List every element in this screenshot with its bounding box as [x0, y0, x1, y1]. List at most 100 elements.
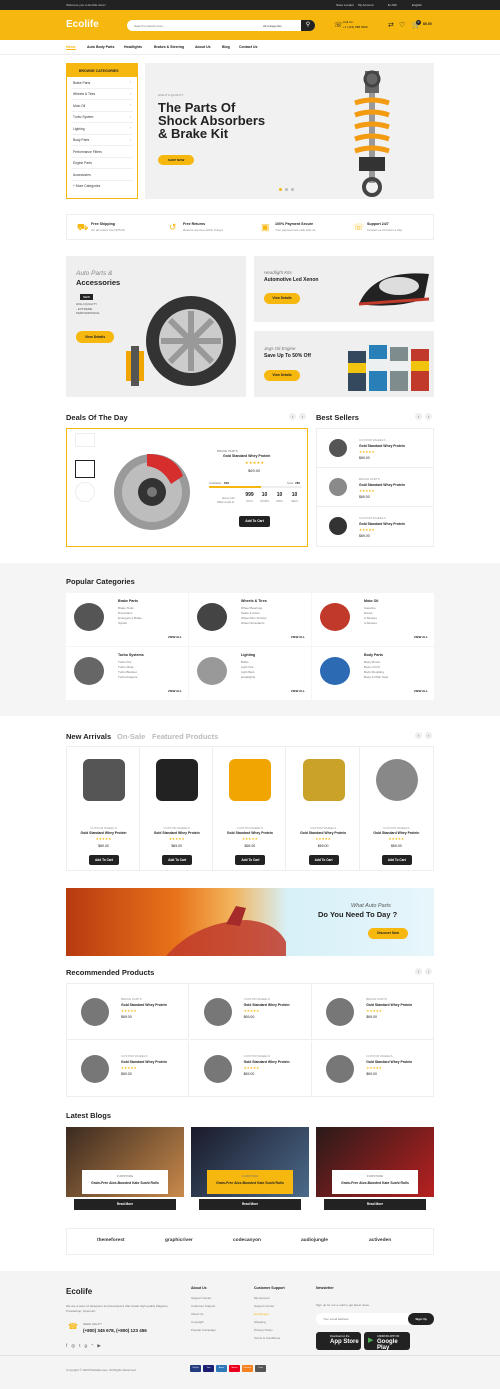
blog-title[interactable]: Grain-Free Aloe-Boosted Kate Sushi Rolls [82, 1181, 168, 1185]
browse-item[interactable]: Accessories [71, 169, 133, 181]
product-name[interactable]: Gold Standard Whey Protein [121, 1003, 167, 1007]
search-input[interactable]: Search products here... [134, 24, 165, 28]
footer-link[interactable]: Exchanges [254, 1310, 280, 1318]
browse-item[interactable]: Performance Filters [71, 146, 133, 158]
category-name[interactable]: Lighting [241, 653, 255, 657]
newsletter-email-input[interactable]: Your email address [323, 1317, 349, 1321]
category-sub-link[interactable]: Diesel [364, 611, 372, 615]
deal-thumb[interactable] [75, 433, 95, 447]
product-name[interactable]: Gold Standard Whey Protein [359, 444, 405, 448]
category-sub-link[interactable]: Emergency Brake [118, 616, 142, 620]
nav-blog[interactable]: Blog [222, 45, 230, 49]
tab-on-sale[interactable]: On-Sale [117, 732, 145, 741]
category-select[interactable]: All Categories [263, 24, 282, 28]
nav-home[interactable]: Home [66, 45, 76, 50]
category-sub-link[interactable]: Gasoline [364, 606, 376, 610]
best-sellers-next-button[interactable]: › [425, 413, 432, 420]
browse-item[interactable]: Body Parts › [71, 135, 133, 146]
view-all-link[interactable]: VIEW ALL [168, 689, 182, 693]
deal-thumb[interactable] [75, 460, 95, 478]
slider-dot[interactable] [285, 188, 288, 191]
category-card[interactable]: Turbo Systems Turbo Kits Turbo Wrap Turbo B… [66, 647, 188, 700]
product-card[interactable]: CUSTOM WHEELS Gold Standard Whey Protein ★… [189, 984, 312, 1040]
view-all-link[interactable]: VIEW ALL [414, 689, 428, 693]
category-sub-link[interactable]: Bulbs [241, 660, 249, 664]
footer-link[interactable]: Support Center [191, 1294, 216, 1302]
product-name[interactable]: Gold Standard Whey Protein [121, 1060, 167, 1064]
browse-item[interactable]: Lighting › [71, 123, 133, 135]
store-locator-link[interactable]: Store Locator [336, 3, 354, 7]
my-account-link[interactable]: My Account [358, 3, 374, 7]
product-name[interactable]: Gold Standard Whey Protein [213, 831, 286, 835]
brand-logo[interactable]: audiojungle [301, 1238, 328, 1243]
product-name[interactable]: Gold Standard Whey Protein [244, 1060, 290, 1064]
view-all-link[interactable]: VIEW ALL [168, 635, 182, 639]
category-name[interactable]: Wheels & Tires [241, 599, 267, 603]
product-name[interactable]: Gold Standard Whey Protein [287, 831, 360, 835]
category-sub-link[interactable]: Body Mount [364, 660, 380, 664]
category-sub-link[interactable]: Turbo Kits [118, 660, 132, 664]
category-card[interactable]: Wheels & Tires Wheel Bearings Seats & Axle… [189, 593, 311, 646]
deals-next-button[interactable]: › [299, 413, 306, 420]
blog-read-more-button[interactable]: Read More [199, 1199, 301, 1210]
arrivals-next-button[interactable]: › [425, 732, 432, 739]
footer-link[interactable]: About Us [191, 1310, 216, 1318]
category-sub-link[interactable]: Spoilts [118, 621, 127, 625]
category-sub-link[interactable]: Light Bars [241, 670, 255, 674]
blog-card[interactable]: FURNITURE Grain-Free Aloe-Boosted Kate Su… [316, 1127, 434, 1212]
product-card[interactable]: CUSTOM WHEELS Gold Standard Whey Protein ★… [213, 747, 287, 870]
blog-title[interactable]: Grain-Free Aloe-Boosted Kate Sushi Rolls [207, 1181, 293, 1185]
category-card[interactable]: Moto Oil Gasoline Diesel 2-Strokes 4-Strokes… [312, 593, 434, 646]
browse-item[interactable]: + More Categories [71, 181, 133, 193]
nav-brakes-steering[interactable]: Brakes & Steering [154, 45, 184, 49]
nav-about[interactable]: About Us [195, 45, 211, 49]
nav-contact[interactable]: Contact Us [239, 45, 257, 49]
currency-select[interactable]: $ USD [388, 3, 397, 7]
category-name[interactable]: Turbo Systems [118, 653, 144, 657]
product-name[interactable]: Gold Standard Whey Protein [366, 1060, 412, 1064]
product-card[interactable]: CUSTOM WHEELS Gold Standard Whey Protein ★… [190, 1041, 312, 1097]
product-name[interactable]: Gold Standard Whey Protein [140, 831, 213, 835]
category-sub-link[interactable]: Seats & Axles [241, 611, 260, 615]
product-name[interactable]: Gold Standard Whey Protein [359, 522, 405, 526]
recommended-next-button[interactable]: › [425, 968, 432, 975]
compare-icon[interactable]: ⇄ [388, 21, 394, 29]
best-seller-item[interactable]: BRAKE PARTS Gold Standard Whey Protein ★★★… [317, 468, 433, 507]
promo-discover-button[interactable]: Discover Now [368, 928, 408, 939]
footer-link[interactable]: Support Center [254, 1302, 280, 1310]
brand-logo[interactable]: themeforest [97, 1238, 124, 1243]
view-all-link[interactable]: VIEW ALL [291, 689, 305, 693]
browse-item[interactable]: Moto Oil › [71, 100, 133, 112]
product-name[interactable]: Gold Standard Whey Protein [67, 831, 140, 835]
category-sub-link[interactable]: Body & Pillar Seal [364, 675, 388, 679]
blog-title[interactable]: Grain-Free Aloe-Boosted Kate Sushi Rolls [332, 1181, 418, 1185]
tab-featured[interactable]: Featured Products [152, 732, 218, 741]
language-select[interactable]: English [412, 3, 422, 7]
product-name[interactable]: Gold Standard Whey Protein [244, 1003, 290, 1007]
category-name[interactable]: Body Parts [364, 653, 383, 657]
product-card[interactable]: CUSTOM WHEELS Gold Standard Whey Protein ★… [287, 747, 360, 870]
banner-view-details-button[interactable]: View Details [76, 331, 114, 343]
banner-view-details-button[interactable]: View Details [264, 293, 300, 304]
search-button[interactable]: ⚲ [301, 20, 315, 31]
category-sub-link[interactable]: 4-Strokes [364, 621, 377, 625]
category-sub-link[interactable]: Wheel Bearings [241, 606, 262, 610]
category-sub-link[interactable]: Brake Tools [118, 606, 134, 610]
slider-dot[interactable] [291, 188, 294, 191]
slider-dot[interactable] [279, 188, 282, 191]
browse-item[interactable]: Brake Parts › [71, 77, 133, 89]
product-card[interactable]: BRAKE PARTS Gold Standard Whey Protein ★★★… [67, 984, 189, 1040]
category-sub-link[interactable]: Body Moulding [364, 670, 384, 674]
category-card[interactable]: Lighting Bulbs Light Kits Light Bars Headlig… [189, 647, 311, 700]
category-card[interactable]: Body Parts Body Mount Body Lift Kit Body Mo… [312, 647, 434, 700]
product-card[interactable]: CUSTOM WHEELS Gold Standard Whey Protein ★… [67, 1041, 189, 1097]
browse-item[interactable]: Engine Parts [71, 158, 133, 169]
category-sub-link[interactable]: Light Kits [241, 665, 253, 669]
recommended-prev-button[interactable]: ‹ [415, 968, 422, 975]
add-to-cart-button[interactable]: Add To Cart [381, 855, 412, 865]
add-to-cart-button[interactable]: Add To Cart [89, 855, 119, 865]
browse-item[interactable]: Wheels & Tires › [71, 89, 133, 100]
footer-link[interactable]: Popular Campaign [191, 1326, 216, 1334]
google-plus-icon[interactable]: g⁺ [84, 1343, 97, 1348]
footer-link[interactable]: Customer Support [191, 1302, 216, 1310]
